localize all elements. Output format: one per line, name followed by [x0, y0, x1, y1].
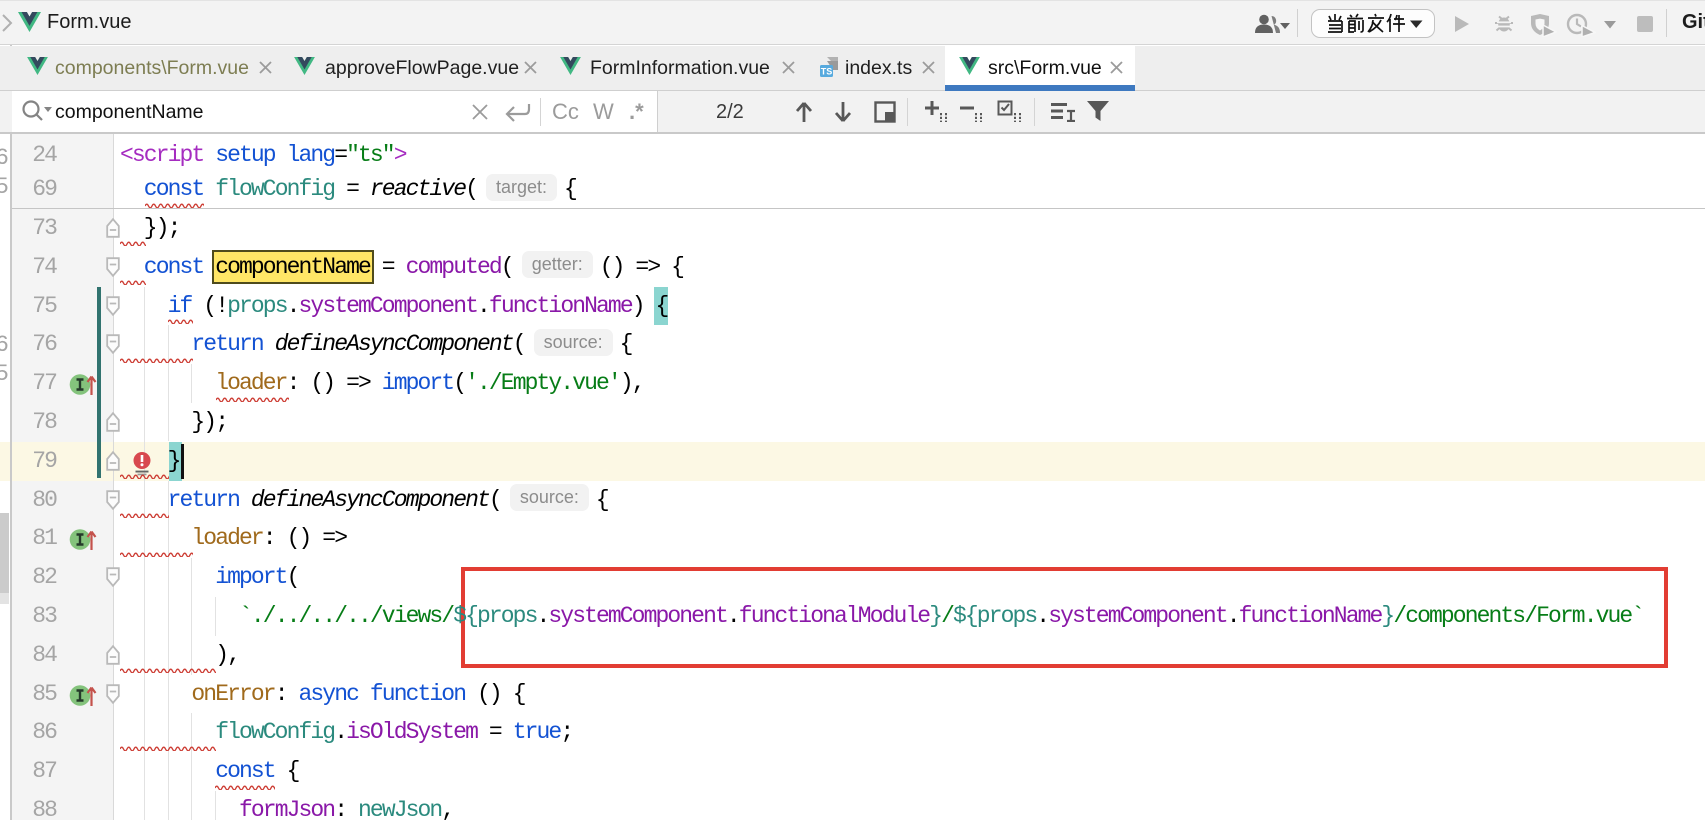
svg-text:TS: TS [821, 67, 833, 77]
